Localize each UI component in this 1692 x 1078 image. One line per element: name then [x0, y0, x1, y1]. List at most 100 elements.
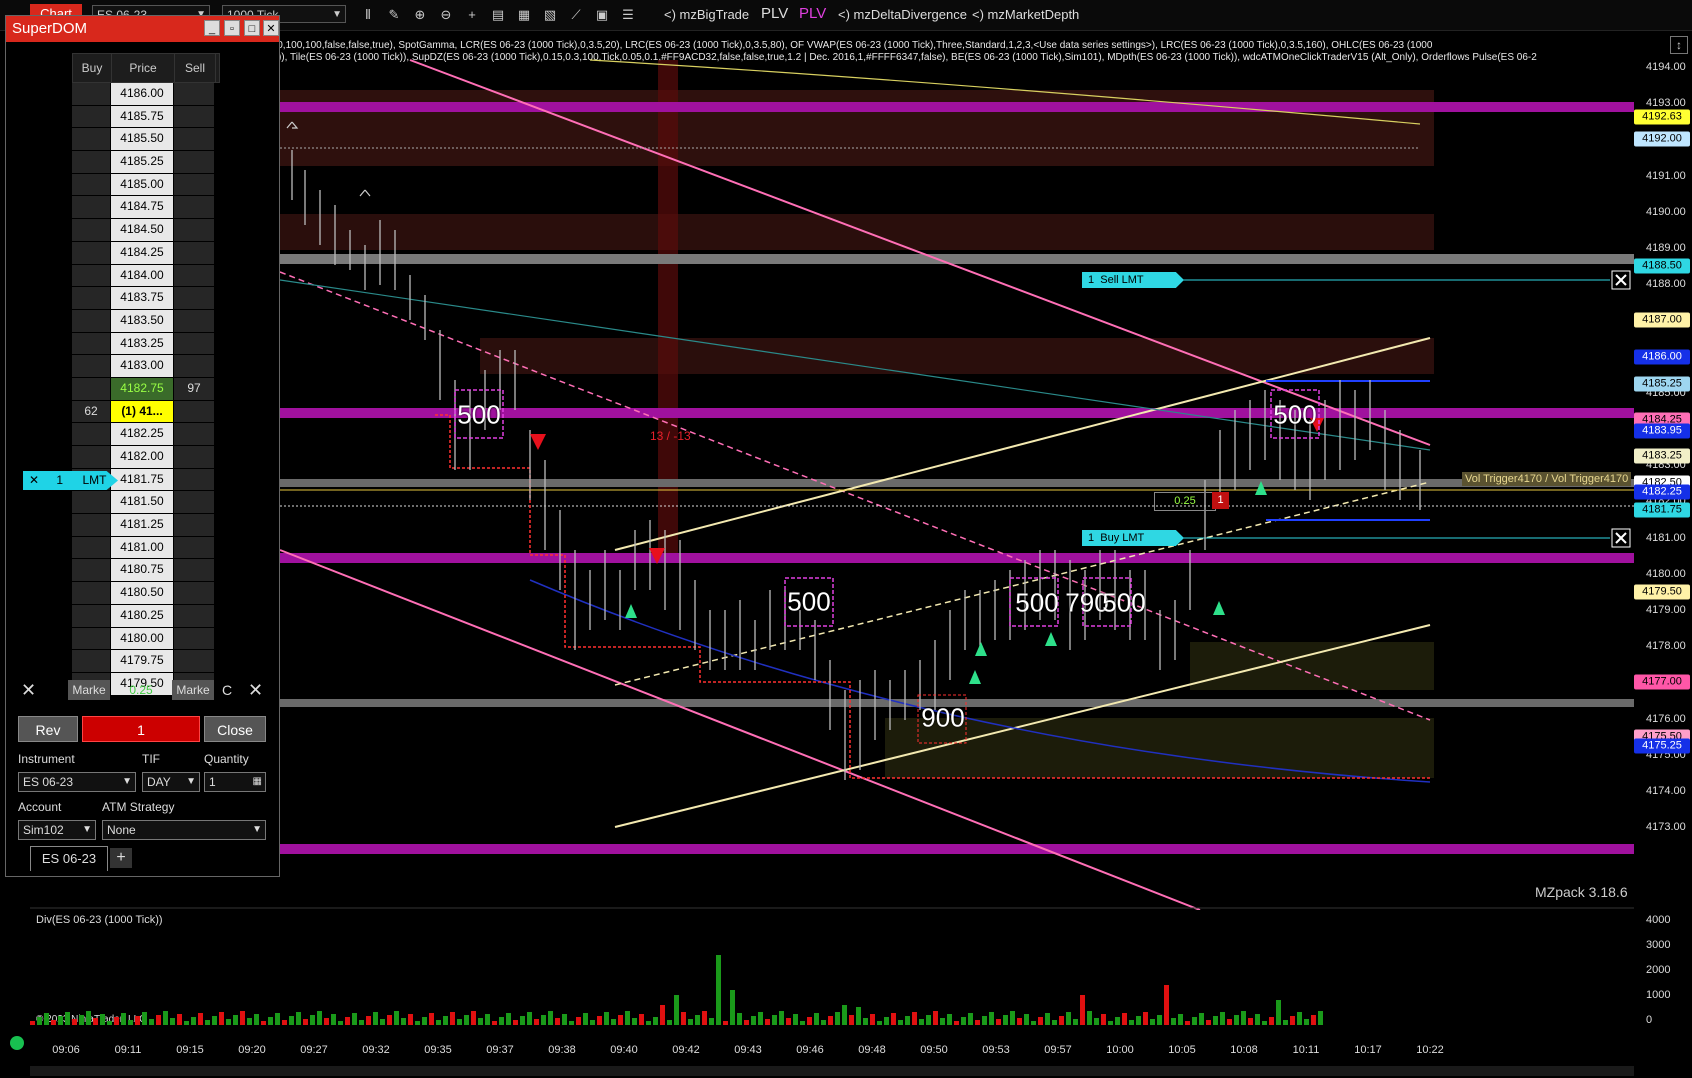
buy-cell[interactable] [72, 377, 110, 400]
indicator-tab-bigtrade[interactable]: <) mzBigTrade [664, 7, 749, 22]
strategies-icon[interactable]: ▧ [540, 5, 560, 25]
instrument-tab[interactable]: ES 06-23 [30, 846, 108, 871]
indicators-icon[interactable]: ⟋ [566, 5, 586, 25]
buy-cell[interactable] [72, 241, 110, 264]
sell-cell[interactable]: 97 [174, 377, 214, 400]
buy-cell[interactable] [72, 196, 110, 219]
buy-cell[interactable] [72, 559, 110, 582]
buy-cell[interactable] [72, 264, 110, 287]
buy-cell[interactable] [72, 332, 110, 355]
horizontal-scrollbar[interactable] [30, 1066, 1634, 1076]
zoom-in-icon[interactable]: ⊕ [410, 5, 430, 25]
buy-cell[interactable] [72, 491, 110, 514]
sell-cell[interactable] [174, 264, 214, 287]
atm-strategy-select[interactable]: None ▼ [102, 820, 266, 840]
buy-cell[interactable] [72, 423, 110, 445]
indicator-tab-deltadivergence[interactable]: <) mzDeltaDivergence [838, 7, 967, 22]
sell-cell[interactable] [174, 650, 214, 672]
sell-cell[interactable] [174, 241, 214, 264]
sell-cell[interactable] [174, 604, 214, 627]
volume-bar [1066, 1012, 1071, 1025]
buy-cell[interactable] [72, 582, 110, 604]
indicator-tab-plv-2[interactable]: PLV [799, 5, 826, 22]
quantity-stepper[interactable]: 1 ▦ [204, 772, 266, 792]
add-tab-button[interactable]: + [110, 848, 132, 868]
crosshair-icon[interactable]: + [462, 5, 482, 25]
buy-cell[interactable] [72, 446, 110, 468]
instrument-select[interactable]: ES 06-23 ▼ [18, 772, 136, 792]
pencil-icon[interactable]: ✎ [384, 5, 404, 25]
sell-cell[interactable] [174, 559, 214, 582]
cancel-order-icon[interactable]: ✕ [23, 473, 39, 487]
reverse-button[interactable]: Rev [18, 716, 78, 742]
superdom-titlebar[interactable]: SuperDOM _ ▫ □ ✕ [6, 16, 279, 42]
buy-cell[interactable] [72, 83, 110, 105]
sell-cell[interactable] [174, 151, 214, 173]
sell-cell[interactable] [174, 287, 214, 309]
sell-cell[interactable] [174, 627, 214, 650]
sell-cell[interactable] [174, 446, 214, 468]
sell-cell[interactable] [174, 536, 214, 559]
sell-cell[interactable] [174, 105, 214, 128]
c-button[interactable]: C [222, 682, 232, 698]
tick-increment[interactable]: 0.25 [110, 680, 172, 700]
volume-bar [625, 1011, 630, 1025]
template-icon[interactable]: ▦ [514, 5, 534, 25]
restore-button[interactable]: ▫ [224, 20, 240, 36]
price-axis-label: 4179.00 [1646, 604, 1686, 616]
tick-qty-box[interactable]: 1 [1212, 492, 1229, 509]
close-icon[interactable]: ✕ [248, 680, 263, 701]
sell-cell[interactable] [174, 582, 214, 604]
market-sell-button[interactable]: Marke [172, 680, 214, 700]
close-icon[interactable]: ✕ [21, 680, 36, 701]
buy-cell[interactable] [72, 173, 110, 196]
buy-cell[interactable] [72, 219, 110, 241]
sell-cell[interactable] [174, 423, 214, 445]
buy-cell[interactable]: 62 [72, 400, 110, 423]
data-box-icon[interactable]: ☰ [618, 5, 638, 25]
sell-cell[interactable] [174, 355, 214, 377]
buy-cell[interactable] [72, 309, 110, 332]
buy-cell[interactable] [72, 536, 110, 559]
close-position-button[interactable]: Close [204, 716, 266, 742]
buy-cell[interactable] [72, 627, 110, 650]
buy-limit-order-tag[interactable]: 1 Buy LMT [1082, 530, 1184, 546]
sell-limit-order-tag[interactable]: 1 Sell LMT [1082, 272, 1184, 288]
bar-type-icon[interactable]: ⫴ [358, 5, 378, 25]
price-axis-settings-icon[interactable]: ↕ [1670, 36, 1688, 54]
buy-cell[interactable] [72, 105, 110, 128]
market-buy-button[interactable]: Marke [68, 680, 110, 700]
buy-cell[interactable] [72, 650, 110, 672]
radio-indicator[interactable] [10, 1036, 24, 1050]
sell-cell[interactable] [174, 309, 214, 332]
maximize-button[interactable]: □ [244, 20, 260, 36]
limit-order-tag[interactable]: ✕ 1 LMT [23, 471, 118, 490]
sell-cell[interactable] [174, 514, 214, 536]
buy-cell[interactable] [72, 514, 110, 536]
close-window-button[interactable]: ✕ [263, 20, 279, 36]
tif-select[interactable]: DAY ▼ [142, 772, 200, 792]
tick-size-box[interactable]: 0.25 [1154, 492, 1216, 511]
chart-trader-icon[interactable]: ▣ [592, 5, 612, 25]
sell-cell[interactable] [174, 400, 214, 423]
indicator-tab-plv-1[interactable]: PLV [761, 5, 788, 22]
buy-cell[interactable] [72, 604, 110, 627]
sell-cell[interactable] [174, 173, 214, 196]
sell-cell[interactable] [174, 219, 214, 241]
position-qty-button[interactable]: 1 [82, 716, 200, 742]
sell-cell[interactable] [174, 128, 214, 151]
minimize-button[interactable]: _ [204, 20, 220, 36]
properties-icon[interactable]: ▤ [488, 5, 508, 25]
sell-cell[interactable] [174, 196, 214, 219]
sell-cell[interactable] [174, 83, 214, 105]
buy-cell[interactable] [72, 355, 110, 377]
sell-cell[interactable] [174, 491, 214, 514]
buy-cell[interactable] [72, 151, 110, 173]
buy-cell[interactable] [72, 287, 110, 309]
sell-cell[interactable] [174, 468, 214, 491]
account-select[interactable]: Sim102 ▼ [18, 820, 96, 840]
indicator-tab-marketdepth[interactable]: <) mzMarketDepth [972, 7, 1079, 22]
buy-cell[interactable] [72, 128, 110, 151]
sell-cell[interactable] [174, 332, 214, 355]
zoom-out-icon[interactable]: ⊖ [436, 5, 456, 25]
